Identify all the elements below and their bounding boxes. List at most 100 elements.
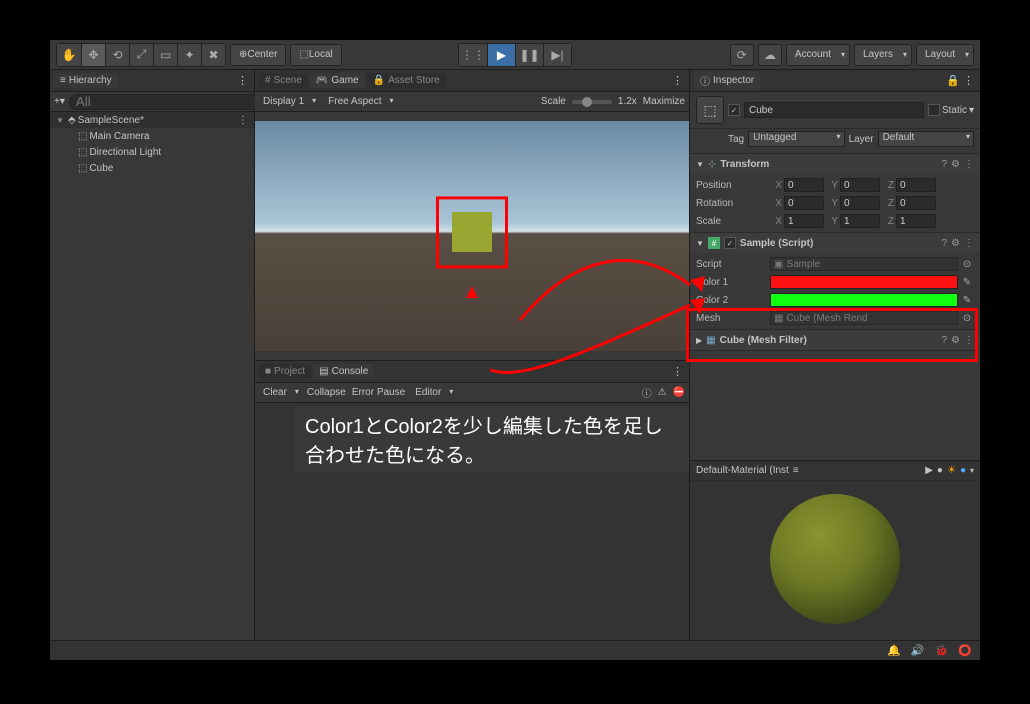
rot-x-input[interactable]: [784, 196, 824, 210]
hierarchy-item[interactable]: ⬚ Main Camera: [50, 128, 254, 144]
lock-icon[interactable]: 🔒 ⋮: [940, 74, 980, 87]
preset-icon[interactable]: ⚙: [951, 159, 960, 170]
gameobject-icon: ⬚: [78, 131, 87, 142]
menu-icon[interactable]: ⋮: [964, 238, 974, 249]
rotate-tool-icon[interactable]: ⟲: [105, 44, 129, 66]
step-button[interactable]: ▶|: [543, 44, 571, 66]
sphere-preview-icon[interactable]: ●: [937, 465, 943, 476]
color2-swatch[interactable]: [770, 293, 958, 307]
layout-dropdown[interactable]: Layout: [916, 44, 974, 66]
object-name-input[interactable]: [744, 102, 924, 118]
sky-preview-icon[interactable]: ●: [960, 465, 966, 476]
hierarchy-tabs: ≡Hierarchy ⋮: [50, 70, 254, 92]
pivot-toggle[interactable]: ⊕ Center: [230, 44, 286, 66]
info-filter-icon[interactable]: ⓘ: [642, 385, 652, 400]
tag-dropdown[interactable]: Untagged: [748, 131, 844, 147]
pos-z-input[interactable]: [896, 178, 936, 192]
scale-slider[interactable]: [572, 100, 612, 104]
scl-z-input[interactable]: [896, 214, 936, 228]
custom-tool-icon[interactable]: ✖: [201, 44, 225, 66]
preset-icon[interactable]: ⚙: [951, 335, 960, 346]
hierarchy-tab[interactable]: ≡Hierarchy: [54, 73, 118, 88]
panel-menu-icon[interactable]: ⋮: [666, 365, 689, 378]
rendered-cube: [452, 212, 492, 252]
play-preview-icon[interactable]: ▶: [925, 465, 933, 476]
eyedropper-icon[interactable]: ✎: [960, 277, 974, 288]
asset-icon: 🔒: [373, 75, 385, 86]
snap-icon[interactable]: ⋮⋮: [459, 44, 487, 66]
drag-handle-icon[interactable]: ≡: [793, 465, 799, 476]
transform-header[interactable]: ▼ ⊹ Transform ?⚙⋮: [690, 154, 980, 174]
hierarchy-search-input[interactable]: [69, 94, 260, 110]
active-checkbox[interactable]: ✓: [728, 104, 740, 116]
clear-dropdown[interactable]: Clear: [259, 387, 301, 398]
game-tab[interactable]: 🎮Game: [310, 73, 365, 88]
console-tab[interactable]: ▤Console: [313, 364, 374, 379]
warn-filter-icon[interactable]: ⚠: [658, 387, 667, 398]
maximize-toggle[interactable]: Maximize: [643, 96, 685, 107]
status-record-icon[interactable]: ⭕: [958, 644, 972, 657]
scl-x-input[interactable]: [784, 214, 824, 228]
play-controls: ⋮⋮ ▶ ❚❚ ▶|: [458, 43, 572, 67]
pos-y-input[interactable]: [840, 178, 880, 192]
pos-x-input[interactable]: [784, 178, 824, 192]
menu-icon[interactable]: ⋮: [964, 335, 974, 346]
component-enabled-checkbox[interactable]: ✓: [724, 237, 736, 249]
light-preview-icon[interactable]: ☀: [947, 465, 956, 476]
status-debug-icon[interactable]: 🐞: [935, 644, 949, 657]
color1-swatch[interactable]: [770, 275, 958, 289]
display-dropdown[interactable]: Display 1: [259, 96, 318, 107]
account-dropdown[interactable]: Account: [786, 44, 850, 66]
aspect-dropdown[interactable]: Free Aspect: [324, 96, 395, 107]
scl-y-input[interactable]: [840, 214, 880, 228]
play-button[interactable]: ▶: [487, 44, 515, 66]
mesh-field[interactable]: ▦Cube (Mesh Rend: [770, 311, 958, 325]
layer-label: Layer: [849, 134, 874, 145]
object-icon[interactable]: ⬚: [696, 96, 724, 124]
error-pause-toggle[interactable]: Error Pause: [352, 387, 405, 398]
status-notification-icon[interactable]: 🔔: [887, 644, 901, 657]
editor-dropdown[interactable]: Editor: [411, 387, 455, 398]
mesh-filter-header[interactable]: ▶ ▦ Cube (Mesh Filter) ?⚙⋮: [690, 330, 980, 350]
hierarchy-item[interactable]: ⬚ Cube: [50, 160, 254, 176]
panel-menu-icon[interactable]: ⋮: [666, 74, 689, 87]
rotation-label: Rotation: [696, 198, 768, 209]
eyedropper-icon[interactable]: ✎: [960, 295, 974, 306]
pause-button[interactable]: ❚❚: [515, 44, 543, 66]
asset-store-tab[interactable]: 🔒Asset Store: [367, 73, 446, 88]
help-icon[interactable]: ?: [941, 335, 947, 346]
hierarchy-item[interactable]: ⬚ Directional Light: [50, 144, 254, 160]
move-tool-icon[interactable]: ✥: [81, 44, 105, 66]
menu-icon[interactable]: ⋮: [964, 159, 974, 170]
create-dropdown[interactable]: +▾: [54, 96, 65, 107]
rot-y-input[interactable]: [840, 196, 880, 210]
collab-icon[interactable]: ⟳: [730, 44, 754, 66]
scale-tool-icon[interactable]: ⤢: [129, 44, 153, 66]
rot-z-input[interactable]: [896, 196, 936, 210]
scene-menu-icon[interactable]: ⋮: [238, 115, 254, 126]
static-checkbox[interactable]: [928, 104, 940, 116]
inspector-tabs: ⓘInspector 🔒 ⋮: [690, 70, 980, 92]
layers-dropdown[interactable]: Layers: [854, 44, 912, 66]
preset-icon[interactable]: ⚙: [951, 238, 960, 249]
scene-tab[interactable]: #Scene: [259, 73, 308, 88]
hand-tool-icon[interactable]: ✋: [57, 44, 81, 66]
object-picker-icon[interactable]: ⊙: [960, 313, 974, 324]
project-tab[interactable]: ■Project: [259, 364, 311, 379]
multi-tool-icon[interactable]: ✦: [177, 44, 201, 66]
collapse-toggle[interactable]: Collapse: [307, 387, 346, 398]
layer-dropdown[interactable]: Default: [878, 131, 974, 147]
sample-header[interactable]: ▼ # ✓ Sample (Script) ?⚙⋮: [690, 233, 980, 253]
status-audio-icon[interactable]: 🔊: [911, 644, 925, 657]
scene-row[interactable]: ▼⬘ SampleScene*⋮: [50, 112, 254, 128]
object-picker-icon[interactable]: ⊙: [960, 259, 974, 270]
space-toggle[interactable]: ⬚ Local: [290, 44, 341, 66]
help-icon[interactable]: ?: [941, 238, 947, 249]
help-icon[interactable]: ?: [941, 159, 947, 170]
error-filter-icon[interactable]: ⛔: [673, 387, 685, 398]
annotation-arrow-icon: ▲: [462, 281, 482, 304]
cloud-icon[interactable]: ☁: [758, 44, 782, 66]
rect-tool-icon[interactable]: ▭: [153, 44, 177, 66]
panel-menu-icon[interactable]: ⋮: [231, 74, 254, 87]
inspector-tab[interactable]: ⓘInspector: [694, 71, 760, 90]
